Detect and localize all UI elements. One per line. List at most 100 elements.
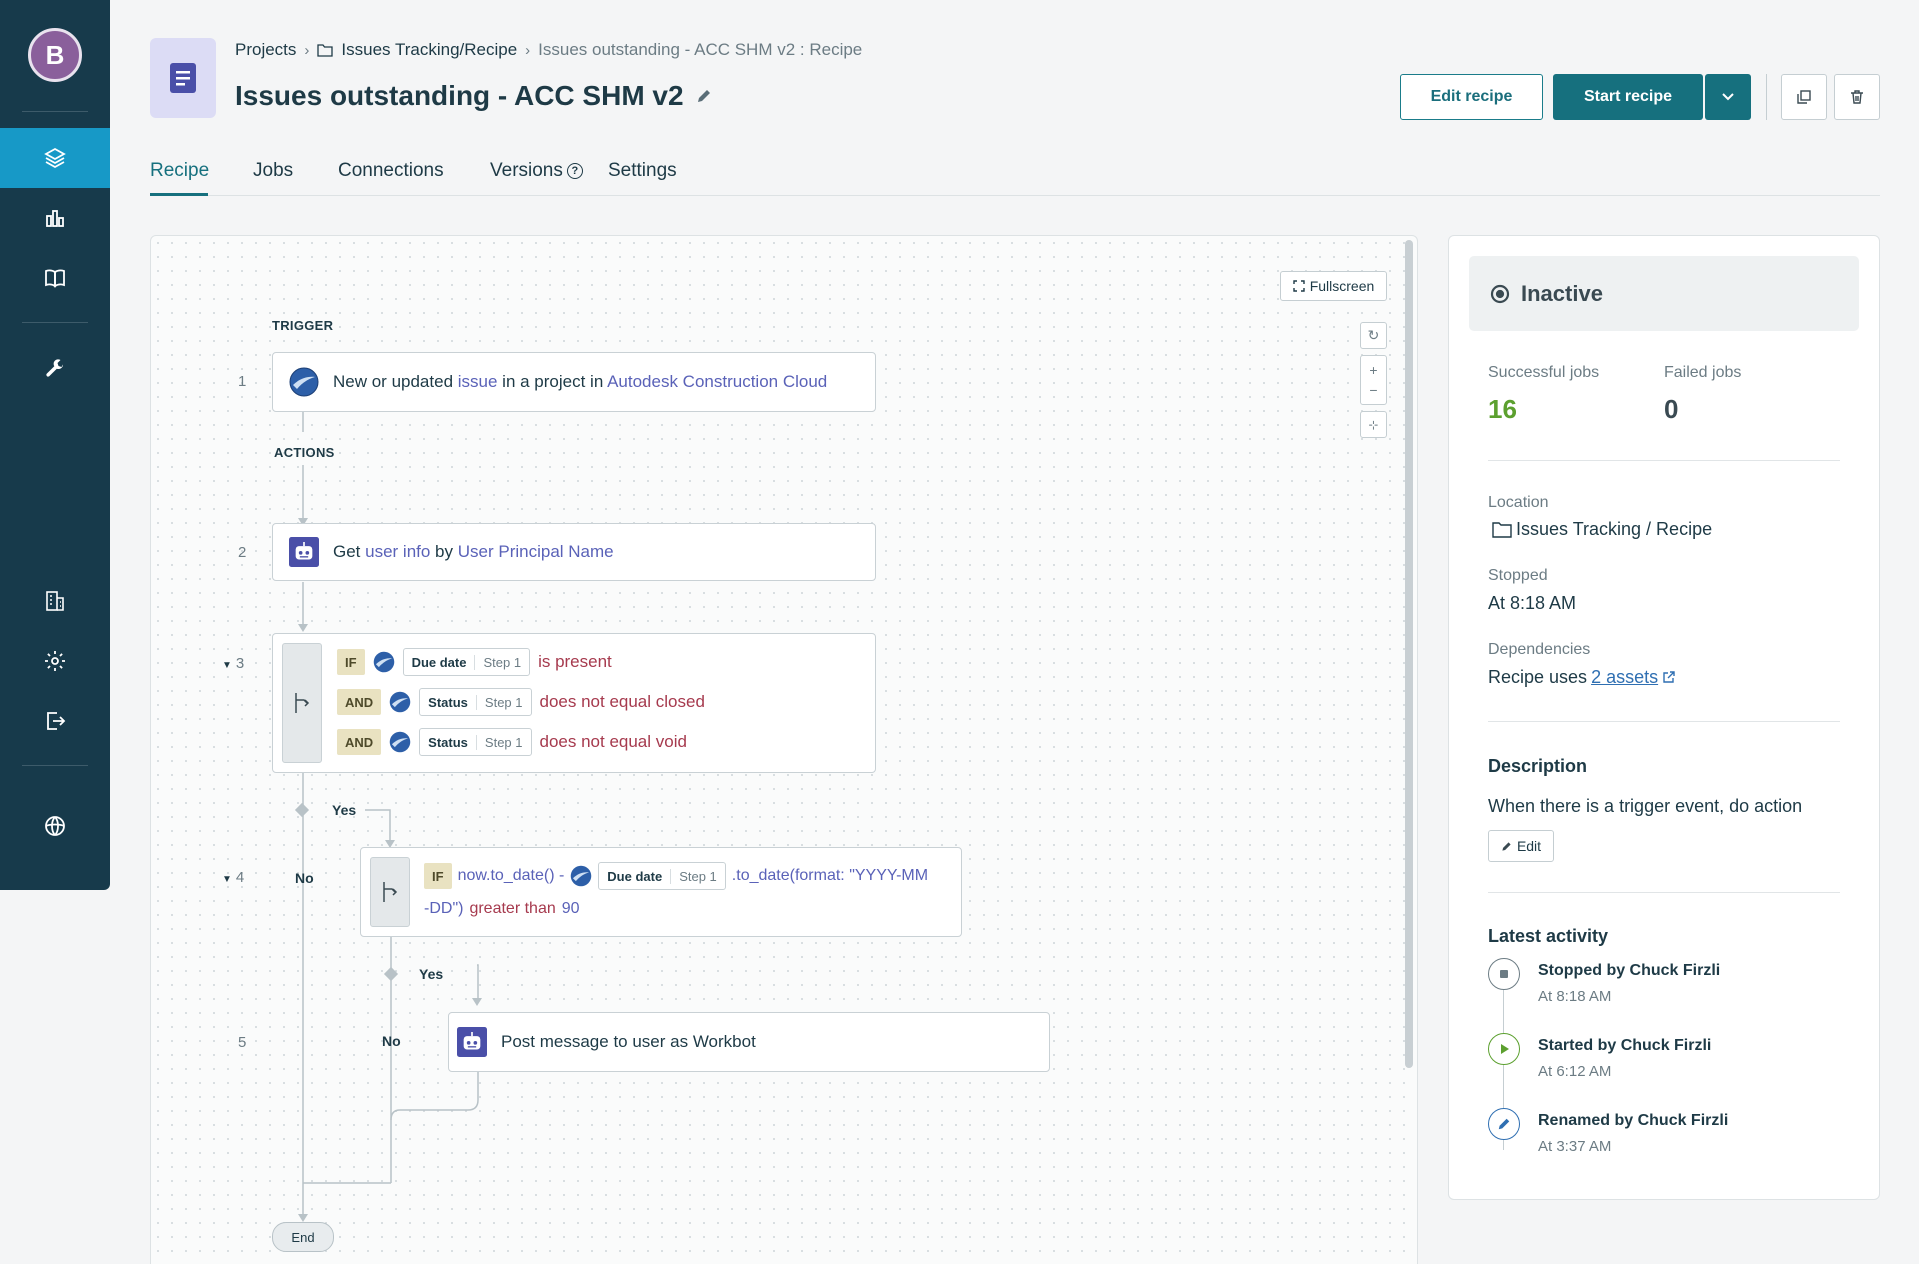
branch-yes-label: Yes (419, 966, 444, 982)
zoom-out-button[interactable]: − (1369, 382, 1377, 398)
field-link[interactable]: User Principal Name (458, 542, 614, 561)
sidebar-item-logout[interactable] (0, 691, 110, 751)
trigger-label: TRIGGER (272, 318, 334, 333)
step-text: New or updated (333, 372, 458, 391)
bar-chart-icon (46, 210, 64, 227)
branch-no-label: No (382, 1033, 401, 1049)
avatar[interactable]: B (28, 28, 82, 82)
end-node: End (272, 1222, 334, 1252)
condition-row: IF Due date Step 1 is present (337, 648, 612, 676)
formula-text: -DD") (424, 900, 464, 917)
sidebar-item-settings[interactable] (0, 631, 110, 691)
step-number[interactable]: ▼ 4 (222, 869, 244, 886)
branch-yes-label: Yes (332, 802, 357, 818)
tab-connections[interactable]: Connections (338, 160, 444, 182)
get-user-info-step[interactable]: Get user info by User Principal Name (272, 523, 876, 581)
object-link[interactable]: user info (365, 542, 430, 561)
sidebar-item-docs[interactable] (0, 248, 110, 308)
chevron-right-icon: › (525, 41, 531, 59)
fit-view-button[interactable]: ⊹ (1360, 411, 1387, 438)
app-link[interactable]: Autodesk Construction Cloud (607, 372, 827, 391)
location-label: Location (1488, 494, 1549, 511)
condition-operator: greater than (469, 900, 556, 917)
pencil-icon (1488, 1108, 1520, 1140)
datapill[interactable]: Due date Step 1 (598, 862, 726, 890)
chevron-right-icon: › (304, 41, 310, 59)
assets-link[interactable]: 2 assets (1591, 667, 1658, 688)
step-number: 1 (238, 373, 247, 390)
globe-icon (45, 816, 65, 836)
datapill[interactable]: Status Step 1 (419, 688, 532, 716)
duplicate-button[interactable] (1781, 74, 1827, 120)
and-keyword: AND (337, 729, 382, 755)
trigger-step[interactable]: New or updated issue in a project in Aut… (272, 352, 876, 412)
external-link-icon (1663, 671, 1675, 683)
canvas-scrollbar[interactable] (1405, 240, 1413, 1068)
formula-text: .to_date(format: "YYYY-MM (731, 867, 929, 884)
fit-icon: ⊹ (1368, 417, 1379, 432)
post-message-step[interactable]: Post message to user as Workbot (448, 1012, 1050, 1072)
object-link[interactable]: issue (458, 372, 498, 391)
tab-jobs[interactable]: Jobs (253, 160, 293, 182)
tab-versions[interactable]: Versions? (490, 160, 583, 182)
sidebar: B (0, 0, 110, 890)
breadcrumb-folder[interactable]: Issues Tracking/Recipe (341, 40, 517, 60)
collapse-caret-icon[interactable]: ▼ (222, 660, 232, 671)
datapill[interactable]: Status Step 1 (419, 728, 532, 756)
step-text: by (430, 542, 458, 561)
folder-icon (1492, 522, 1512, 538)
successful-jobs-count[interactable]: 16 (1488, 394, 1517, 425)
activity-title: Renamed by Chuck Firzli (1538, 1112, 1729, 1129)
nested-if-step[interactable] (360, 847, 962, 937)
start-recipe-button[interactable]: Start recipe (1553, 74, 1703, 120)
step-number[interactable]: ▼ 3 (222, 655, 244, 672)
zoom-in-button[interactable]: + (1369, 362, 1377, 378)
stop-icon (1488, 958, 1520, 990)
sidebar-item-projects[interactable] (0, 128, 110, 188)
tabs-divider (150, 195, 1880, 196)
start-options-dropdown[interactable] (1705, 74, 1751, 120)
layers-icon (44, 147, 66, 169)
tab-recipe[interactable]: Recipe (150, 160, 209, 182)
collapse-caret-icon[interactable]: ▼ (222, 874, 232, 885)
activity-time: At 3:37 AM (1538, 1138, 1612, 1155)
sidebar-divider (22, 111, 88, 112)
zoom-controls: + − (1360, 355, 1387, 405)
sidebar-item-workspace[interactable] (0, 571, 110, 631)
if-keyword: IF (337, 649, 365, 675)
panel-divider (1488, 460, 1840, 461)
description-heading: Description (1488, 756, 1588, 776)
location-value[interactable]: Issues Tracking / Recipe (1492, 519, 1712, 540)
condition-row: AND Status Step 1 does not equal void (337, 728, 687, 756)
autodesk-app-icon (389, 731, 411, 753)
step-number: 5 (238, 1034, 247, 1051)
page-title: Issues outstanding - ACC SHM v2 (235, 80, 712, 112)
edit-recipe-button[interactable]: Edit recipe (1400, 74, 1543, 120)
sidebar-item-dashboard[interactable] (0, 188, 110, 248)
if-branch-icon (282, 643, 322, 763)
active-tab-indicator (150, 193, 208, 196)
breadcrumb-projects[interactable]: Projects (235, 40, 296, 60)
chevron-down-icon (1722, 93, 1734, 101)
sidebar-item-tools[interactable] (0, 340, 110, 400)
fullscreen-button[interactable]: Fullscreen (1280, 271, 1387, 301)
tab-settings[interactable]: Settings (608, 160, 677, 182)
sidebar-item-community[interactable] (0, 796, 110, 856)
dependencies-label: Dependencies (1488, 641, 1591, 658)
pencil-icon (1502, 841, 1511, 851)
condition-operator: does not equal void (539, 732, 687, 751)
reset-view-button[interactable]: ↻ (1360, 322, 1387, 349)
condition-operator: does not equal closed (539, 692, 705, 711)
latest-activity-heading: Latest activity (1488, 926, 1609, 946)
status-badge: Inactive (1469, 256, 1859, 331)
pencil-icon[interactable] (696, 88, 712, 104)
if-keyword: IF (424, 863, 452, 889)
autodesk-app-icon (389, 691, 411, 713)
activity-time: At 6:12 AM (1538, 1063, 1612, 1080)
branch-icon (383, 882, 398, 902)
edit-description-button[interactable]: Edit (1488, 830, 1554, 862)
header-divider (1766, 74, 1767, 120)
failed-jobs-count[interactable]: 0 (1664, 394, 1678, 425)
delete-button[interactable] (1834, 74, 1880, 120)
datapill[interactable]: Due date Step 1 (402, 648, 531, 676)
